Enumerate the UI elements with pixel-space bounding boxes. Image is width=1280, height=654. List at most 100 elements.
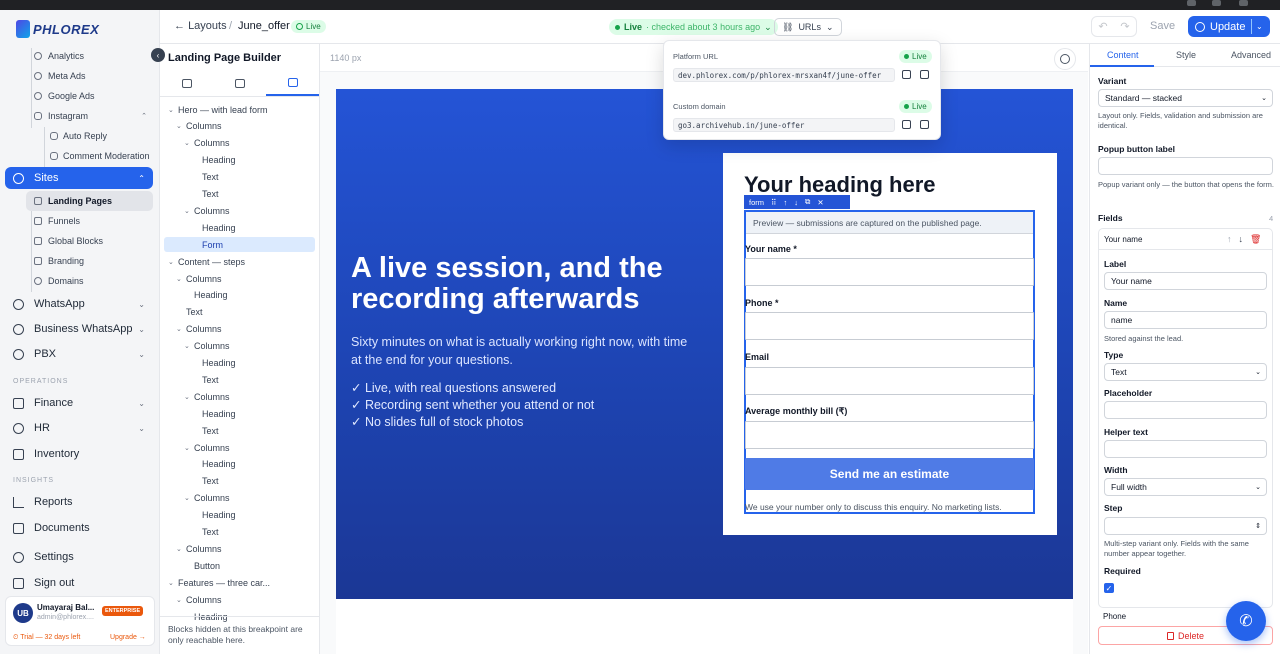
form-block[interactable]: Preview — submissions are captured on th… [744, 210, 1035, 514]
chevron-down-icon[interactable]: ⌄ [168, 579, 178, 587]
redo-icon[interactable]: ↷ [1120, 20, 1129, 33]
placeholder-input[interactable] [1104, 401, 1267, 419]
platform-url-field[interactable]: dev.phlorex.com/p/phlorex-mrsxan4f/june-… [673, 68, 895, 82]
sidebar-item-analytics[interactable]: Analytics [26, 46, 153, 66]
duplicate-icon[interactable]: ⧉ [805, 197, 810, 207]
chevron-down-icon[interactable]: ⌄ [176, 545, 186, 553]
required-checkbox[interactable]: ✓ [1104, 583, 1114, 593]
tree-node[interactable]: ⌄ Columns [176, 541, 222, 556]
bill-input[interactable] [745, 421, 1034, 449]
submit-button[interactable]: Send me an estimate [745, 458, 1034, 490]
variant-select[interactable]: Standard — stacked ⌄ [1098, 89, 1273, 107]
tab-advanced[interactable]: Advanced [1231, 50, 1271, 60]
chevron-down-icon[interactable]: ⌄ [1256, 22, 1263, 31]
save-button[interactable]: Save [1150, 20, 1175, 32]
tree-node[interactable]: ⌄ Hero — with lead form [168, 102, 268, 117]
name-input-field[interactable]: name [1104, 311, 1267, 329]
tree-node[interactable]: Text [202, 525, 219, 540]
tree-node[interactable]: Heading [202, 406, 236, 421]
tree-node[interactable]: ⌄ Content — steps [168, 254, 245, 269]
tree-node[interactable]: ⌄ Columns [184, 389, 230, 404]
sidebar-item-hr[interactable]: HR ⌄ [5, 417, 153, 439]
sidebar-item-landing-pages[interactable]: Landing Pages [26, 191, 153, 211]
drag-handle-icon[interactable]: ⠿ [771, 198, 777, 207]
tree-node[interactable]: ⌄ Columns [184, 491, 230, 506]
tree-node[interactable]: Text [202, 474, 219, 489]
tree-node[interactable]: ⌄ Columns [176, 322, 222, 337]
tab-style[interactable]: Style [1176, 50, 1196, 60]
chevron-down-icon[interactable]: ⌄ [184, 393, 194, 401]
tree-node[interactable]: Button [194, 558, 220, 573]
tree-node[interactable]: Heading [202, 457, 236, 472]
sidebar-item-sites[interactable]: Sites ⌃ [5, 167, 153, 189]
sidebar-item-google-ads[interactable]: Google Ads [26, 86, 153, 106]
phone-input[interactable] [745, 312, 1034, 340]
popup-label-input[interactable] [1098, 157, 1273, 175]
name-input[interactable] [745, 258, 1034, 286]
chevron-down-icon[interactable]: ⌄ [168, 106, 178, 114]
copy-icon[interactable] [902, 70, 911, 79]
tree-node[interactable]: Heading [202, 508, 236, 523]
sidebar-item-branding[interactable]: Branding [26, 251, 153, 271]
move-up-icon[interactable]: ↑ [784, 198, 788, 207]
sidebar-item-whatsapp[interactable]: WhatsApp ⌄ [5, 293, 153, 315]
external-link-icon[interactable] [920, 70, 929, 79]
field-card-header[interactable]: Your name ↑ ↓ 🗑 [1099, 229, 1272, 250]
chevron-down-icon[interactable]: ⌄ [168, 258, 178, 266]
move-down-icon[interactable]: ↓ [1239, 234, 1244, 245]
tree-node[interactable]: ⌄ Columns [184, 339, 230, 354]
sidebar-item-domains[interactable]: Domains [26, 271, 153, 291]
tree-node[interactable]: ⌄ Columns [184, 440, 230, 455]
tree-node[interactable]: Text [202, 372, 219, 387]
hero-section[interactable]: A live session, and the recording afterw… [336, 89, 1073, 599]
sidebar-item-finance[interactable]: Finance ⌄ [5, 392, 153, 414]
back-to-layouts-link[interactable]: ← Layouts [174, 20, 227, 32]
chevron-down-icon[interactable]: ⌄ [184, 139, 194, 147]
chevron-down-icon[interactable]: ⌄ [184, 342, 194, 350]
sidebar-item-sign-out[interactable]: Sign out [5, 572, 153, 594]
check-item[interactable]: ✓ No slides full of stock photos [351, 414, 523, 429]
custom-domain-url-field[interactable]: go3.archivehub.in/june-offer [673, 118, 895, 132]
logo[interactable]: PHLOREX [16, 18, 99, 40]
chevron-down-icon[interactable]: ⌄ [176, 325, 186, 333]
undo-icon[interactable]: ↶ [1098, 20, 1107, 33]
tree-node[interactable]: Text [186, 305, 203, 320]
sidebar-item-inventory[interactable]: Inventory [5, 443, 153, 465]
type-select[interactable]: Text ⌄ [1104, 363, 1267, 381]
trash-icon[interactable]: 🗑 [1250, 234, 1261, 245]
sidebar-item-instagram[interactable]: Instagram ⌃ [26, 106, 153, 126]
tree-node[interactable]: ⌄ Features — three car... [168, 575, 270, 590]
sidebar-item-funnels[interactable]: Funnels [26, 211, 153, 231]
history-button[interactable] [1054, 48, 1076, 70]
check-item[interactable]: ✓ Recording sent whether you attend or n… [351, 397, 594, 412]
urls-button[interactable]: ⛓ URLs ⌄ [774, 18, 842, 36]
sidebar-item-pbx[interactable]: PBX ⌄ [5, 343, 153, 365]
sidebar-item-comment-moderation[interactable]: Comment Moderation [50, 146, 150, 166]
next-field-title[interactable]: Phone [1103, 612, 1126, 621]
sidebar-item-global-blocks[interactable]: Global Blocks [26, 231, 153, 251]
check-item[interactable]: ✓ Live, with real questions answered [351, 380, 556, 395]
tree-node[interactable]: Text [202, 187, 219, 202]
label-input[interactable]: Your name [1104, 272, 1267, 290]
width-select[interactable]: Full width ⌄ [1104, 478, 1267, 496]
tree-node[interactable]: ⌄ Columns [176, 271, 222, 286]
close-icon[interactable]: ✕ [817, 198, 823, 207]
tree-node[interactable]: ⌄ Columns [184, 136, 230, 151]
email-input[interactable] [745, 367, 1034, 395]
sidebar-item-documents[interactable]: Documents [5, 517, 153, 539]
tab-content[interactable]: Content [1107, 50, 1139, 60]
sidebar-item-meta-ads[interactable]: Meta Ads [26, 66, 153, 86]
chevron-down-icon[interactable]: ⌄ [176, 122, 186, 130]
copy-icon[interactable] [902, 120, 911, 129]
chevron-down-icon[interactable]: ⌄ [184, 207, 194, 215]
move-down-icon[interactable]: ↓ [794, 198, 798, 207]
stepper-icon[interactable]: ⇕ [1255, 522, 1261, 530]
tree-node[interactable]: Heading [202, 220, 236, 235]
helper-text-input[interactable] [1104, 440, 1267, 458]
chevron-down-icon[interactable]: ⌄ [184, 444, 194, 452]
update-button[interactable]: Update ⌄ [1188, 16, 1270, 37]
move-up-icon[interactable]: ↑ [1227, 234, 1232, 245]
step-input[interactable]: ⇕ [1104, 517, 1267, 535]
tree-node[interactable]: Form [164, 237, 315, 253]
chevron-down-icon[interactable]: ⌄ [176, 596, 186, 604]
